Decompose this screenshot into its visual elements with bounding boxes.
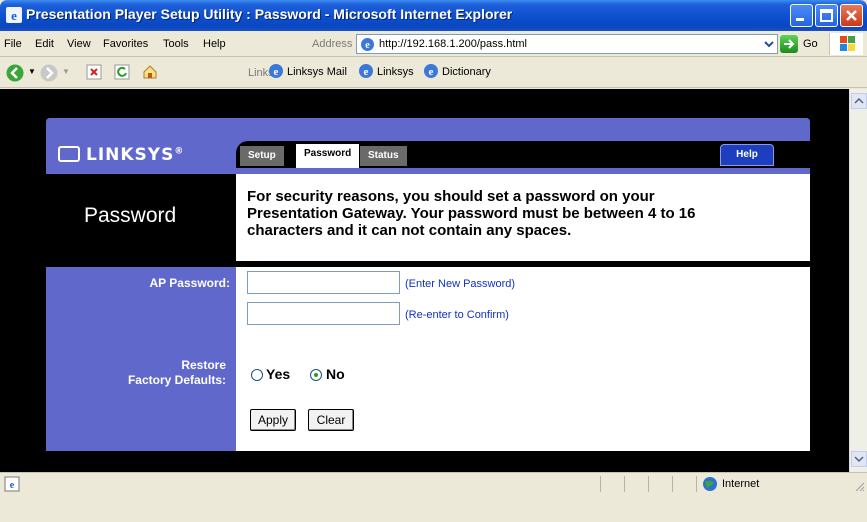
menu-edit[interactable]: Edit [35,38,54,50]
home-icon[interactable] [142,64,158,80]
menu-file[interactable]: File [4,38,22,50]
linksys-logo: LINKSYS® [58,145,184,165]
minimize-icon [796,18,804,21]
status-divider [696,476,697,492]
minimize-button[interactable] [790,4,813,27]
menu-bar: File Edit View Favorites Tools Help Addr… [0,31,867,57]
maximize-icon [820,9,833,22]
restore-no-label[interactable]: No [326,366,345,382]
status-divider [648,476,649,492]
refresh-icon[interactable] [114,64,130,80]
scroll-down-button[interactable] [851,451,867,467]
forward-dropdown-icon[interactable]: ▼ [62,67,70,76]
page-title: Password [84,204,177,227]
link-linksys-mail[interactable]: Linksys Mail [287,66,347,78]
restore-yes-label[interactable]: Yes [266,366,290,382]
restore-label-line1: Restore [181,358,226,372]
page-done-icon: e [4,476,20,492]
restore-no-radio[interactable] [310,369,322,381]
svg-text:e: e [364,66,369,78]
link-page-icon: e [269,64,283,78]
menu-help[interactable]: Help [203,38,226,50]
link-linksys[interactable]: Linksys [377,66,414,78]
globe-icon [703,477,717,491]
security-zone: Internet [722,478,760,490]
chevron-down-icon [854,456,864,463]
tab-password[interactable]: Password [296,144,360,168]
back-icon[interactable] [6,64,24,82]
close-button[interactable] [840,4,863,27]
new-password-hint: (Enter New Password) [405,278,516,290]
close-icon [846,10,857,21]
status-divider [672,476,673,492]
link-dictionary[interactable]: Dictionary [442,66,491,78]
windows-logo-icon [829,33,863,55]
help-button[interactable]: Help [720,144,774,166]
address-bar[interactable]: e http://192.168.1.200/pass.html [356,34,778,54]
toolbar: ▼ ▼ Links e Linksys Mail e Linksys e Dic… [0,58,867,88]
svg-text:e: e [274,66,279,78]
ie-logo-icon: e [6,7,22,23]
confirm-password-hint: (Re-enter to Confirm) [405,309,509,321]
page-icon: e [361,38,374,51]
tab-status[interactable]: Status [360,146,407,166]
link-page-icon: e [359,64,373,78]
menu-favorites[interactable]: Favorites [103,38,148,50]
confirm-password-input[interactable] [247,302,400,325]
svg-text:e: e [429,66,434,78]
restore-defaults-label: Restore Factory Defaults: [60,358,226,388]
ap-password-label: AP Password: [149,276,230,290]
menu-tools[interactable]: Tools [163,38,189,50]
title-bar[interactable]: e Presentation Player Setup Utility : Pa… [0,0,867,31]
address-label: Address [312,38,353,50]
apply-button[interactable]: Apply [250,409,296,431]
back-dropdown-icon[interactable]: ▼ [28,67,36,76]
window-title: Presentation Player Setup Utility : Pass… [26,6,513,22]
status-bar: e Internet [0,472,867,494]
resize-grip-icon[interactable] [853,480,865,492]
scroll-up-button[interactable] [851,93,867,109]
go-label[interactable]: Go [803,38,818,50]
tab-setup[interactable]: Setup [240,146,284,166]
vertical-scrollbar[interactable] [849,89,867,472]
stop-icon[interactable] [86,64,102,80]
menu-view[interactable]: View [67,38,91,50]
new-password-input[interactable] [247,271,400,294]
linksys-logo-icon [58,146,80,162]
svg-text:e: e [365,40,370,51]
svg-text:e: e [11,8,17,23]
link-page-icon: e [424,64,438,78]
svg-text:e: e [10,480,15,491]
maximize-button[interactable] [815,4,838,27]
arrow-right-icon [784,39,795,49]
ie-window: e Presentation Player Setup Utility : Pa… [0,0,867,522]
status-divider [624,476,625,492]
forward-icon[interactable] [40,64,58,82]
chevron-down-icon[interactable] [763,38,775,50]
restore-label-line2: Factory Defaults: [127,373,226,387]
intro-text: For security reasons, you should set a p… [247,188,696,239]
chevron-up-icon [854,97,864,104]
address-url[interactable]: http://192.168.1.200/pass.html [379,38,527,50]
status-divider [600,476,601,492]
go-button[interactable] [780,35,798,53]
clear-button[interactable]: Clear [308,409,354,431]
restore-yes-radio[interactable] [251,369,263,381]
